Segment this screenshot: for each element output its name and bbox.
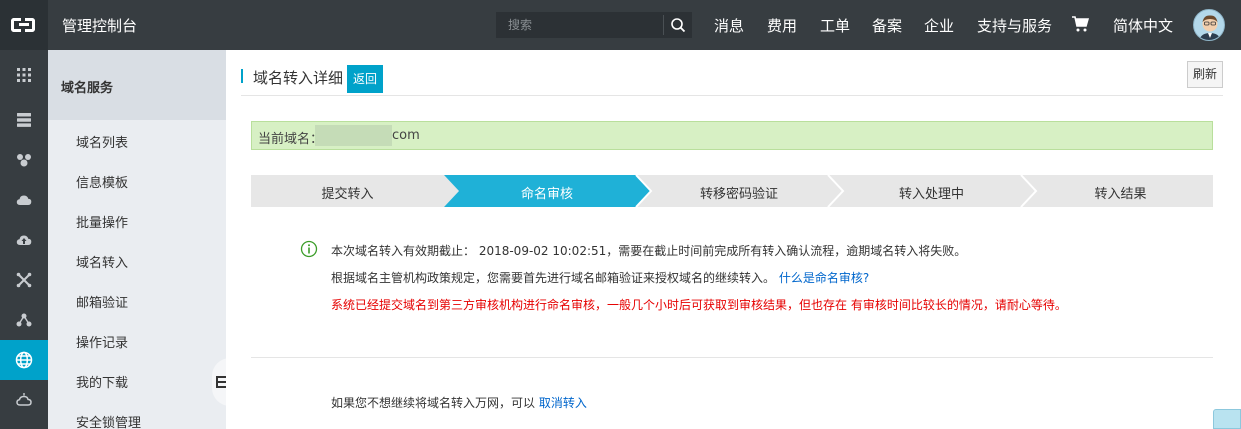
- nav-enterprise[interactable]: 企业: [924, 15, 954, 36]
- rail-item-all-products[interactable]: [0, 55, 48, 95]
- server-icon: [17, 113, 31, 127]
- rail-item-network[interactable]: [0, 260, 48, 300]
- nav-messages[interactable]: 消息: [714, 15, 744, 36]
- sidebar-item-domain-list[interactable]: 域名列表: [76, 132, 128, 151]
- floating-help-widget[interactable]: [1213, 409, 1241, 429]
- search-input[interactable]: [496, 12, 663, 38]
- transfer-deadline-message: 本次域名转入有效期截止： 2018-09-02 10:02:51，需要在截止时间…: [331, 244, 967, 258]
- rail-item-domains[interactable]: [0, 340, 48, 380]
- top-bar: 管理控制台 消息 费用 工单 备案 企业 支持与服务 简体中文: [0, 0, 1241, 50]
- rail-item-servers[interactable]: [0, 100, 48, 140]
- collapse-list-icon: [216, 376, 226, 388]
- crossing-icon: [16, 272, 32, 288]
- sidebar-item-batch-operation[interactable]: 批量操作: [76, 212, 128, 231]
- step-submit-transfer: 提交转入: [321, 187, 374, 202]
- rail-item-storage[interactable]: [0, 180, 48, 220]
- sidebar-heading-label: 域名服务: [61, 81, 114, 96]
- cancel-transfer-text: 如果您不想继续将域名转入万网，可以: [331, 396, 536, 410]
- cancel-transfer-row: 如果您不想继续将域名转入万网，可以 取消转入: [331, 394, 587, 411]
- gear-cloud-icon: [16, 393, 32, 406]
- sidebar-item-security-lock[interactable]: 安全锁管理: [76, 412, 141, 429]
- network-icon: [16, 313, 32, 327]
- app-title[interactable]: 管理控制台: [62, 15, 137, 36]
- cloud-upload-icon: [16, 235, 32, 245]
- cart-icon[interactable]: [1071, 15, 1089, 33]
- step-transfer-processing: 转入处理中: [898, 187, 964, 202]
- nav-support[interactable]: 支持与服务: [977, 15, 1052, 36]
- review-pending-warning: 系统已经提交域名到第三方审核机构进行命名审核，一般几个小时后可获取到审核结果，但…: [331, 298, 1067, 312]
- cluster-icon: [17, 154, 31, 167]
- search-icon[interactable]: [670, 17, 686, 33]
- back-button[interactable]: 返回: [347, 65, 383, 93]
- current-domain-label: 当前域名：: [258, 132, 324, 147]
- nav-tickets[interactable]: 工单: [820, 15, 850, 36]
- content-divider: [251, 357, 1213, 358]
- refresh-button[interactable]: 刷新: [1187, 61, 1223, 88]
- language-switch[interactable]: 简体中文: [1113, 15, 1173, 36]
- rail-item-cluster[interactable]: [0, 140, 48, 180]
- domain-name-redacted: [315, 125, 392, 146]
- email-verification-text: 根据域名主管机构政策规定，您需要首先进行域名邮箱验证来授权域名的继续转入。: [331, 271, 776, 285]
- step-transfer-result: 转入结果: [1094, 187, 1147, 202]
- step-naming-review: 命名审核: [520, 187, 573, 202]
- sidebar-item-info-template[interactable]: 信息模板: [76, 172, 128, 191]
- email-verification-notice: 根据域名主管机构政策规定，您需要首先进行域名邮箱验证来授权域名的继续转入。 什么…: [331, 269, 869, 286]
- page-title: 域名转入详细: [253, 69, 344, 87]
- step-transfer-code-verify: 转移密码验证: [699, 187, 778, 202]
- avatar[interactable]: [1193, 9, 1225, 41]
- cloud-icon: [16, 195, 32, 205]
- grid-icon: [17, 68, 31, 82]
- nav-billing[interactable]: 费用: [767, 15, 797, 36]
- console-logo-icon[interactable]: [0, 0, 48, 50]
- main-content: 域名转入详细 返回 刷新 当前域名： com 提交转入 命名审核 转移密码验证 …: [226, 50, 1241, 429]
- user-avatar-icon: [1199, 15, 1221, 40]
- rail-item-upload[interactable]: [0, 220, 48, 260]
- sidebar-item-my-downloads[interactable]: 我的下载: [76, 372, 128, 391]
- cancel-transfer-link[interactable]: 取消转入: [539, 396, 587, 410]
- globe-icon: [15, 351, 33, 369]
- search-box: [496, 12, 692, 38]
- rail-item-topology[interactable]: [0, 300, 48, 340]
- domain-suffix: com: [392, 128, 420, 143]
- naming-review-help-link[interactable]: 什么是命名审核?: [779, 271, 869, 285]
- title-accent-bar: [241, 69, 243, 83]
- product-rail: [0, 50, 48, 429]
- title-divider: [241, 95, 1223, 96]
- nav-icp-filing[interactable]: 备案: [872, 15, 902, 36]
- rail-item-cloud-settings[interactable]: [0, 380, 48, 420]
- sidebar-item-email-verification[interactable]: 邮箱验证: [76, 292, 128, 311]
- transfer-progress-steps: 提交转入 命名审核 转移密码验证 转入处理中 转入结果: [251, 175, 1213, 207]
- sidebar-item-domain-transfer[interactable]: 域名转入: [76, 252, 128, 271]
- sidebar: 域名服务 域名列表 信息模板 批量操作 域名转入 邮箱验证 操作记录 我的下载 …: [48, 50, 226, 429]
- current-domain-bar: 当前域名： com: [251, 121, 1213, 150]
- sidebar-heading: 域名服务: [48, 50, 226, 120]
- info-icon: [300, 240, 318, 258]
- sidebar-item-operation-log[interactable]: 操作记录: [76, 332, 128, 351]
